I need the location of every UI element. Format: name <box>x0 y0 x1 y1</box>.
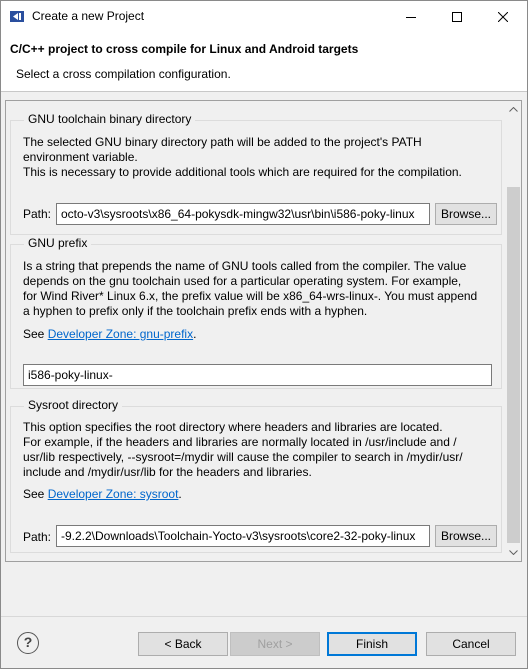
window-title: Create a new Project <box>32 9 145 23</box>
help-button[interactable]: ? <box>17 632 39 654</box>
dialog-window: Create a new Project C/C++ project to cr… <box>0 0 528 669</box>
scrollable-content: GNU toolchain binary directory The selec… <box>5 100 522 562</box>
minimize-button[interactable] <box>388 1 434 32</box>
wizard-page-subtitle: Select a cross compilation configuration… <box>16 67 231 81</box>
prefix-description: Is a string that prepends the name of GN… <box>23 259 493 319</box>
finish-button[interactable]: Finish <box>327 632 417 656</box>
sysroot-group: Sysroot directory This option specifies … <box>10 398 502 553</box>
prefix-group-title: GNU prefix <box>24 236 92 250</box>
sysroot-path-input[interactable]: -9.2.2\Downloads\Toolchain-Yocto-v3\sysr… <box>56 525 430 547</box>
sysroot-desc-line: include and /mydir/usr/lib for the heade… <box>23 465 312 479</box>
wizard-page-title: C/C++ project to cross compile for Linux… <box>10 42 359 56</box>
period-text: . <box>178 487 182 501</box>
scroll-up-button[interactable] <box>505 101 521 118</box>
prefix-desc-line: depends on the gnu toolchain used for a … <box>23 274 462 288</box>
sysroot-description: This option specifies the root directory… <box>23 420 493 480</box>
sysroot-see-line: See Developer Zone: sysroot. <box>23 487 182 501</box>
eclipse-app-icon <box>10 11 24 22</box>
close-icon <box>498 11 508 22</box>
chevron-up-icon <box>509 107 518 112</box>
prefix-desc-line: a hyphen to prefix only if the toolchain… <box>23 304 368 318</box>
wizard-header: C/C++ project to cross compile for Linux… <box>1 32 527 92</box>
toolchain-desc-line: The selected GNU binary directory path w… <box>23 135 422 149</box>
close-button[interactable] <box>480 1 526 32</box>
prefix-group: GNU prefix Is a string that prepends the… <box>10 236 502 389</box>
sysroot-desc-line: This option specifies the root directory… <box>23 420 443 434</box>
see-text: See <box>23 327 48 341</box>
toolchain-group-title: GNU toolchain binary directory <box>24 112 196 126</box>
sysroot-path-label: Path: <box>23 530 52 544</box>
footer-divider <box>1 616 527 617</box>
maximize-icon <box>452 11 462 22</box>
toolchain-desc-line: This is necessary to provide additional … <box>23 165 462 179</box>
toolchain-browse-button[interactable]: Browse... <box>435 203 497 225</box>
back-button[interactable]: < Back <box>138 632 228 656</box>
scroll-thumb[interactable] <box>507 187 520 543</box>
toolchain-path-label: Path: <box>23 207 52 221</box>
maximize-button[interactable] <box>434 1 480 32</box>
sysroot-desc-line: usr/lib respectively, --sysroot=/mydir w… <box>23 450 463 464</box>
sysroot-group-title: Sysroot directory <box>24 398 123 412</box>
see-text: See <box>23 487 48 501</box>
toolchain-path-input[interactable]: octo-v3\sysroots\x86_64-pokysdk-mingw32\… <box>56 203 430 225</box>
sysroot-link[interactable]: Developer Zone: sysroot <box>48 487 179 501</box>
title-bar[interactable]: Create a new Project <box>1 1 527 32</box>
prefix-desc-line: Is a string that prepends the name of GN… <box>23 259 467 273</box>
cancel-button[interactable]: Cancel <box>426 632 516 656</box>
sysroot-browse-button[interactable]: Browse... <box>435 525 497 547</box>
gnu-prefix-input[interactable]: i586-poky-linux- <box>23 364 492 386</box>
prefix-desc-line: for Wind River* Linux 6.x, the prefix va… <box>23 289 478 303</box>
toolchain-desc-line: environment variable. <box>23 150 138 164</box>
toolchain-group: GNU toolchain binary directory The selec… <box>10 112 502 235</box>
next-button[interactable]: Next > <box>230 632 320 656</box>
gnu-prefix-link[interactable]: Developer Zone: gnu-prefix <box>48 327 193 341</box>
period-text: . <box>193 327 197 341</box>
prefix-see-line: See Developer Zone: gnu-prefix. <box>23 327 196 341</box>
minimize-icon <box>406 16 416 18</box>
vertical-scrollbar[interactable] <box>505 101 521 561</box>
chevron-down-icon <box>509 550 518 555</box>
scroll-down-button[interactable] <box>505 544 521 561</box>
toolchain-description: The selected GNU binary directory path w… <box>23 135 493 180</box>
sysroot-desc-line: For example, if the headers and librarie… <box>23 435 457 449</box>
